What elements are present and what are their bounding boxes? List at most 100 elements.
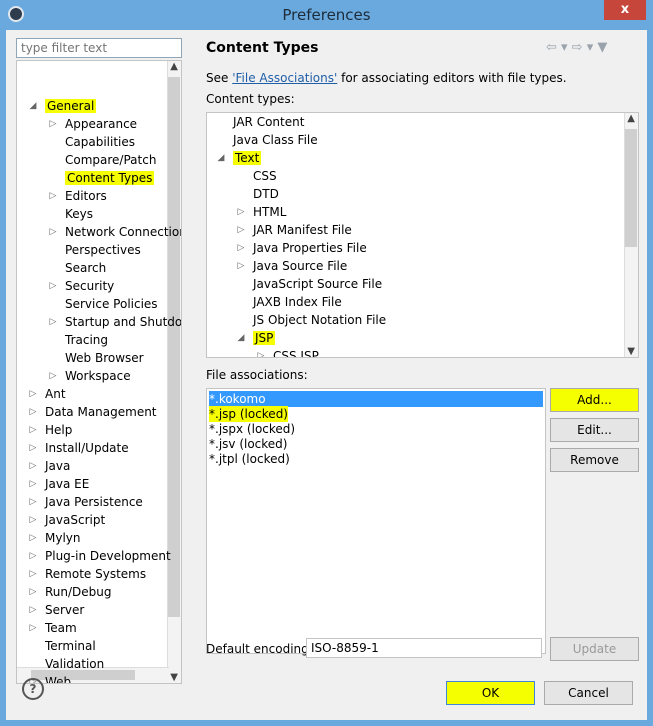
tree-item[interactable]: Validation [27,655,104,673]
collapsed-triangle-icon[interactable]: ▷ [27,547,39,565]
expanded-triangle-icon[interactable]: ◢ [27,97,39,115]
collapsed-triangle-icon[interactable] [235,185,247,203]
collapsed-triangle-icon[interactable] [47,331,59,349]
tree-item[interactable]: ▷ Plug-in Development [27,547,171,565]
tree-item[interactable]: ▷ Startup and Shutdown [47,313,181,331]
collapsed-triangle-icon[interactable] [235,311,247,329]
collapsed-triangle-icon[interactable]: ▷ [27,493,39,511]
content-type-item[interactable]: ▷ CSS JSP [255,347,319,357]
collapsed-triangle-icon[interactable]: ▷ [235,221,247,239]
collapsed-triangle-icon[interactable] [47,259,59,277]
ok-button[interactable]: OK [446,681,535,705]
tree-item[interactable]: Capabilities [47,133,135,151]
tree-item[interactable]: ▷ Run/Debug [27,583,112,601]
collapsed-triangle-icon[interactable]: ▷ [235,203,247,221]
file-association-item[interactable]: *.jspx (locked) [209,421,295,437]
expanded-triangle-icon[interactable]: ◢ [235,329,247,347]
content-type-item[interactable]: Java Class File [215,131,318,149]
tree-item[interactable]: ◢ General [27,97,97,115]
content-type-item[interactable]: ▷ JAR Manifest File [235,221,352,239]
collapsed-triangle-icon[interactable]: ▷ [235,239,247,257]
collapsed-triangle-icon[interactable]: ▷ [47,187,59,205]
tree-item[interactable]: ▷ Java Persistence [27,493,143,511]
collapsed-triangle-icon[interactable] [215,113,227,131]
collapsed-triangle-icon[interactable] [47,151,59,169]
tree-item[interactable]: ▷ Security [47,277,115,295]
tree-item[interactable]: ▷ Mylyn [27,529,81,547]
tree-item[interactable]: Compare/Patch [47,151,156,169]
collapsed-triangle-icon[interactable]: ▷ [27,583,39,601]
scrollbar-thumb[interactable] [168,77,180,617]
file-associations-link[interactable]: 'File Associations' [232,71,337,85]
tree-vertical-scrollbar[interactable]: ▲ ▼ [167,61,181,683]
tree-item[interactable]: ▷ Java [27,457,71,475]
scroll-up-arrow-icon[interactable]: ▲ [170,61,178,72]
help-icon[interactable]: ? [22,678,44,700]
tree-item[interactable]: ▷ Server [27,601,85,619]
content-type-item[interactable]: JAR Content [215,113,304,131]
content-types-scrollbar[interactable]: ▲ ▼ [624,113,638,357]
tree-item[interactable]: ▷ Network Connections [47,223,181,241]
update-button[interactable]: Update [550,637,639,661]
cancel-button[interactable]: Cancel [544,681,633,705]
tree-item[interactable]: ▷ Install/Update [27,439,129,457]
collapsed-triangle-icon[interactable]: ▷ [27,511,39,529]
collapsed-triangle-icon[interactable]: ▷ [27,601,39,619]
collapsed-triangle-icon[interactable] [235,293,247,311]
history-navigation[interactable]: ⇦ ▾ ⇨ ▾ ▼ [546,40,607,55]
preferences-tree[interactable]: ▲ ▼ ◢ General ▷ Appearance Capabilities Compa… [16,60,182,684]
tree-item[interactable]: Content Types [47,169,155,187]
file-associations-list[interactable]: *.kokomo *.jsp (locked) *.jspx (locked) *.j… [206,388,546,654]
content-type-item[interactable]: DTD [235,185,279,203]
content-type-item[interactable]: JS Object Notation File [235,311,386,329]
tree-item[interactable]: Perspectives [47,241,141,259]
collapsed-triangle-icon[interactable]: ▷ [47,313,59,331]
collapsed-triangle-icon[interactable]: ▷ [27,529,39,547]
collapsed-triangle-icon[interactable]: ▷ [235,257,247,275]
content-scrollbar-thumb[interactable] [625,129,637,247]
content-type-item[interactable]: ▷ HTML [235,203,287,221]
collapsed-triangle-icon[interactable]: ▷ [27,385,39,403]
remove-button[interactable]: Remove [550,448,639,472]
tree-item[interactable]: Service Policies [47,295,158,313]
content-type-item[interactable]: JavaScript Source File [235,275,382,293]
collapsed-triangle-icon[interactable] [47,169,59,187]
collapsed-triangle-icon[interactable]: ▷ [47,277,59,295]
scroll-down-arrow-icon[interactable]: ▼ [170,672,178,683]
tree-item[interactable]: ▷ Help [27,421,73,439]
tree-item[interactable]: Search [47,259,106,277]
file-association-item[interactable]: *.jsp (locked) [209,406,288,422]
collapsed-triangle-icon[interactable] [47,295,59,313]
collapsed-triangle-icon[interactable] [215,131,227,149]
collapsed-triangle-icon[interactable] [47,133,59,151]
collapsed-triangle-icon[interactable]: ▷ [27,565,39,583]
content-type-item[interactable]: CSS [235,167,277,185]
close-button[interactable]: x [604,0,646,20]
edit-button[interactable]: Edit... [550,418,639,442]
file-association-item[interactable]: *.jtpl (locked) [209,451,290,467]
content-type-item[interactable]: ◢ JSP [235,329,276,347]
content-type-item[interactable]: ◢ Text [215,149,262,167]
tree-item[interactable]: Web Browser [47,349,144,367]
collapsed-triangle-icon[interactable]: ▷ [47,223,59,241]
tree-item[interactable]: ▷ Ant [27,385,66,403]
tree-item[interactable]: ▷ Appearance [47,115,138,133]
tree-item[interactable]: ▷ Team [27,619,77,637]
content-types-tree[interactable]: ▲ ▼ JAR Content Java Class File ◢ Text CSS DT… [206,112,639,358]
add-button[interactable]: Add... [550,388,639,412]
file-association-item[interactable]: *.kokomo [209,391,543,407]
collapsed-triangle-icon[interactable]: ▷ [27,403,39,421]
tree-item[interactable]: Keys [47,205,93,223]
tree-item[interactable]: ▷ Data Management [27,403,157,421]
collapsed-triangle-icon[interactable]: ▷ [27,439,39,457]
tree-item[interactable]: ▷ Java EE [27,475,90,493]
content-type-item[interactable]: JAXB Index File [235,293,342,311]
collapsed-triangle-icon[interactable] [47,349,59,367]
collapsed-triangle-icon[interactable]: ▷ [27,421,39,439]
content-scroll-up-icon[interactable]: ▲ [627,113,635,124]
file-association-item[interactable]: *.jsv (locked) [209,436,287,452]
collapsed-triangle-icon[interactable]: ▷ [255,347,267,357]
tree-item[interactable]: ▷ Editors [47,187,107,205]
collapsed-triangle-icon[interactable] [47,241,59,259]
collapsed-triangle-icon[interactable] [235,275,247,293]
